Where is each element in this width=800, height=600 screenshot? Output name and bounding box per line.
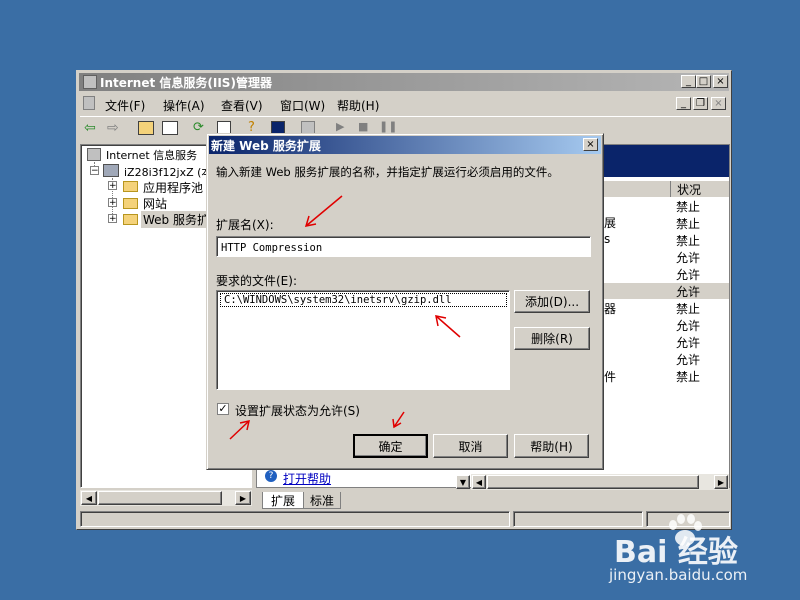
baidu-logo-text: Bai 经验 — [614, 535, 738, 570]
annotation-arrow — [304, 195, 343, 227]
annotation-arrow — [392, 411, 405, 429]
annotation-arrow — [229, 420, 250, 440]
annotation-arrows — [229, 195, 461, 440]
baidu-url: jingyan.baidu.com — [609, 566, 748, 584]
annotation-arrow — [435, 315, 461, 338]
